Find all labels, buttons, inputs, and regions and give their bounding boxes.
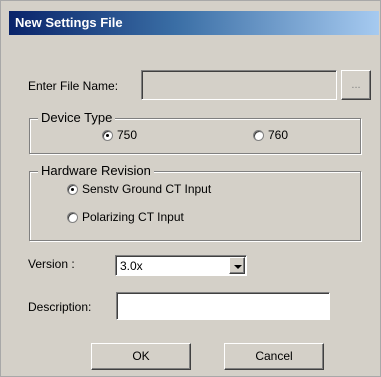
hardware-senstv-label: Senstv Ground CT Input [82, 182, 212, 196]
hardware-polarizing-label: Polarizing CT Input [82, 210, 184, 224]
ok-button[interactable]: OK [91, 343, 191, 370]
chevron-down-icon[interactable] [229, 257, 245, 274]
file-name-input[interactable] [141, 70, 337, 100]
device-type-group: Device Type [29, 110, 361, 154]
radio-dot-icon [67, 183, 78, 195]
browse-button[interactable]: ... [341, 70, 371, 100]
file-name-label: Enter File Name: [28, 79, 119, 93]
description-input[interactable] [116, 292, 330, 320]
device-type-750-label: 750 [117, 128, 138, 142]
hardware-revision-legend: Hardware Revision [38, 163, 154, 178]
title-bar[interactable]: New Settings File [9, 11, 379, 35]
radio-empty-icon [67, 211, 78, 223]
hardware-polarizing-radio[interactable]: Polarizing CT Input [67, 210, 184, 224]
cancel-button-label: Cancel [255, 349, 293, 363]
device-type-750-radio[interactable]: 750 [102, 128, 137, 142]
browse-button-label: ... [351, 79, 361, 91]
window-title: New Settings File [15, 15, 123, 30]
device-type-760-label: 760 [268, 128, 289, 142]
radio-empty-icon [253, 129, 264, 141]
dialog-window: New Settings File Enter File Name: ... D… [0, 0, 381, 377]
version-selected-value: 3.0x [120, 259, 143, 273]
radio-dot-icon [102, 129, 113, 141]
cancel-button[interactable]: Cancel [224, 343, 324, 370]
version-select[interactable]: 3.0x [115, 255, 247, 276]
hardware-senstv-radio[interactable]: Senstv Ground CT Input [67, 182, 211, 196]
description-label: Description: [28, 300, 92, 314]
device-type-760-radio[interactable]: 760 [253, 128, 288, 142]
device-type-legend: Device Type [38, 110, 116, 125]
ok-button-label: OK [132, 349, 150, 363]
version-label: Version : [28, 257, 75, 271]
